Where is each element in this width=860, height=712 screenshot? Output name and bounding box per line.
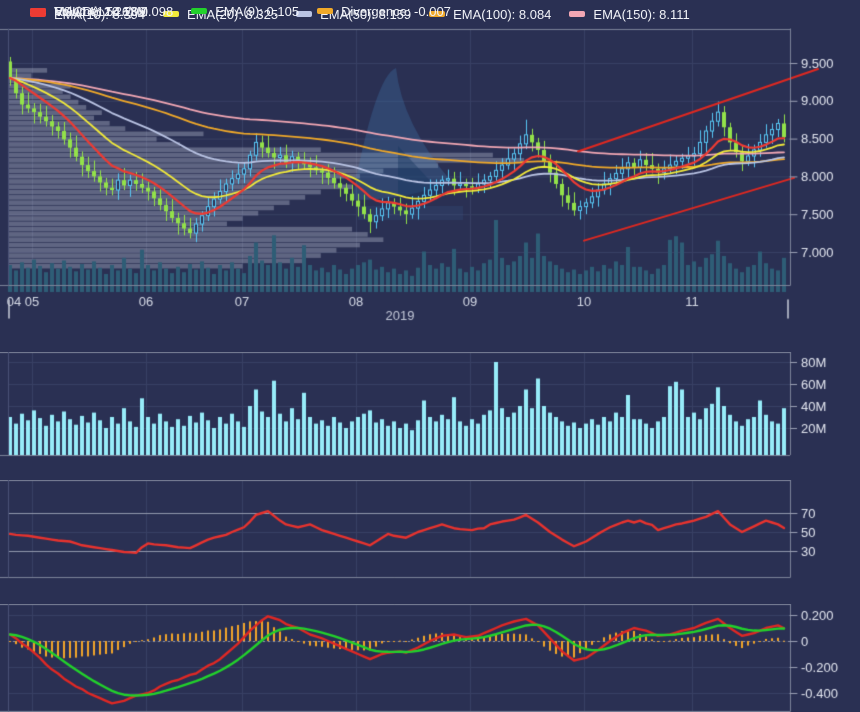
macd-swatch — [30, 8, 46, 14]
divergence-label: Divergence: -0.007 — [341, 3, 451, 19]
legend-item-divergence[interactable]: Divergence: -0.007 — [317, 4, 451, 19]
macd-legend: MACD(12,26): 0.098 EMA(9): 0.105 Diverge… — [0, 0, 860, 22]
price-chart-canvas[interactable] — [0, 28, 860, 332]
ema9-label: EMA(9): 0.105 — [215, 3, 300, 19]
rsi-chart-canvas[interactable] — [0, 480, 860, 580]
legend-item-ema9[interactable]: EMA(9): 0.105 — [191, 4, 299, 19]
ema9-swatch — [191, 8, 208, 14]
macd-label: MACD(12,26): 0.098 — [54, 3, 174, 19]
volume-chart-canvas[interactable] — [0, 352, 860, 458]
macd-chart-canvas[interactable] — [0, 604, 860, 712]
trading-chart-screen: EMA(10): 8.394 EMA(20): 8.325 EMA(50): 8… — [0, 0, 860, 712]
legend-item-macd[interactable]: MACD(12,26): 0.098 — [30, 4, 173, 19]
divergence-swatch — [317, 8, 334, 14]
